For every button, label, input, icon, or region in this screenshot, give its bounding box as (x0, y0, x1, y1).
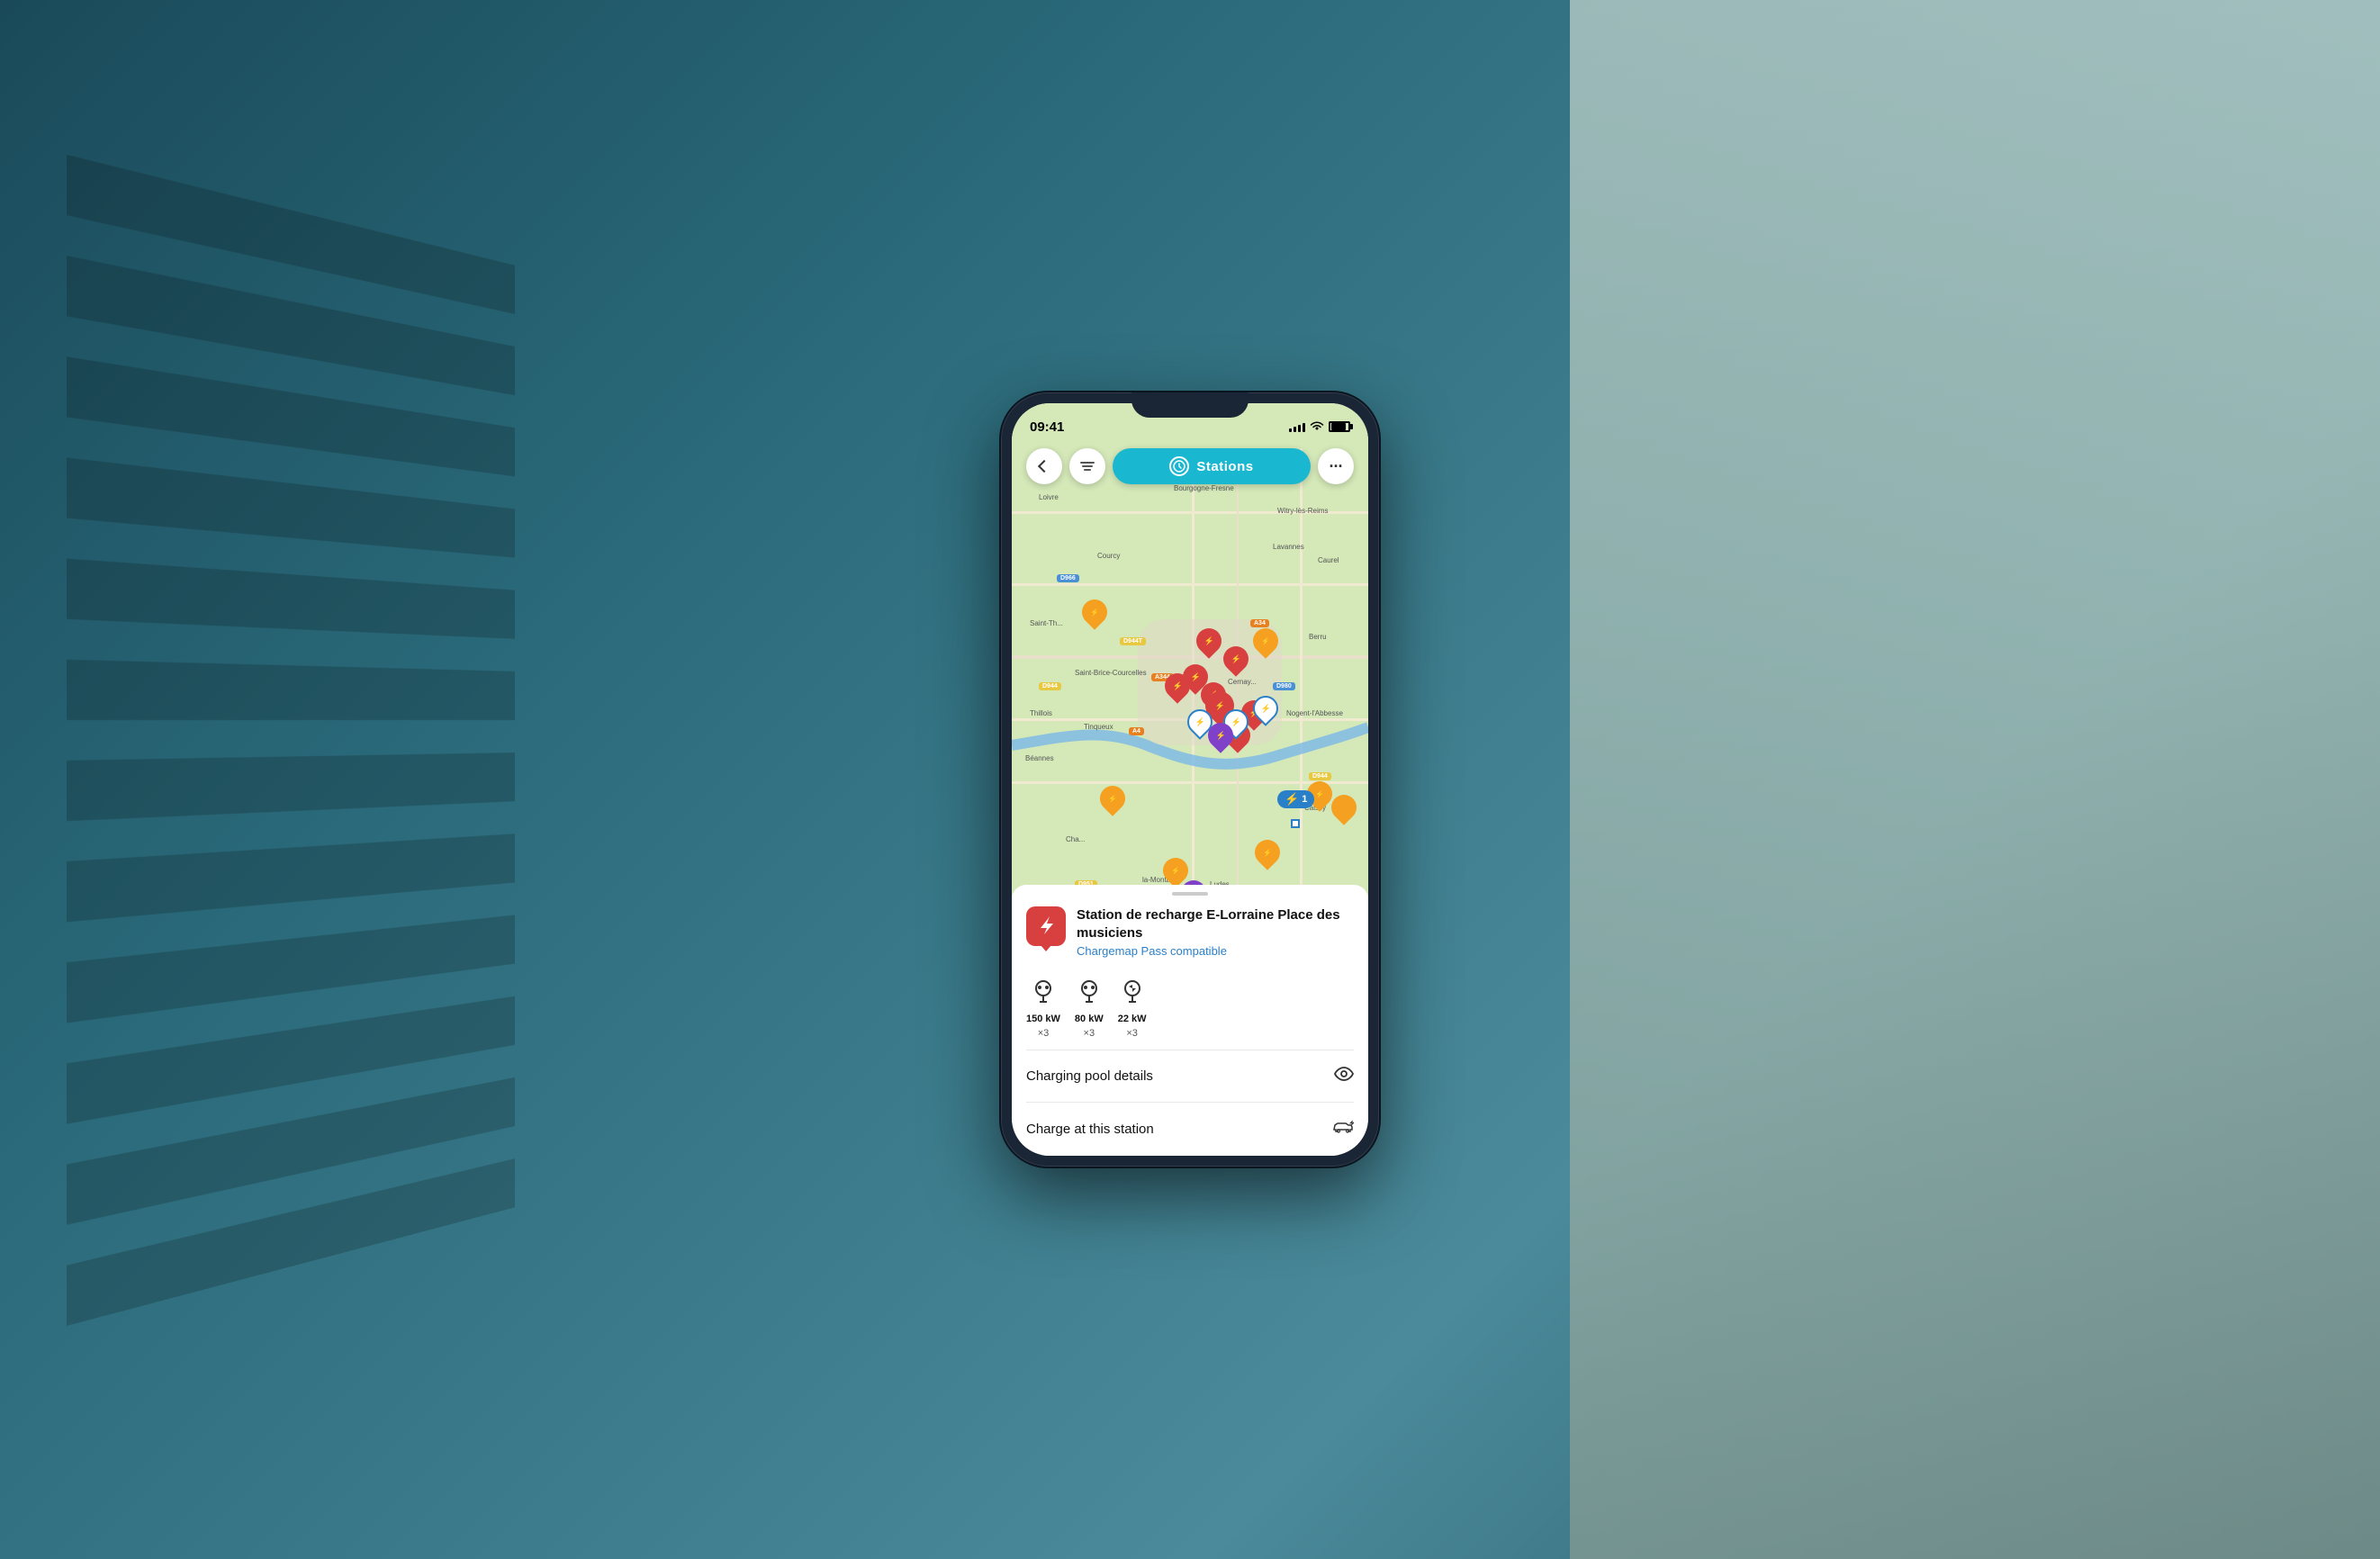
label-witry: Witry-lès-Reims (1277, 507, 1328, 515)
label-bourgogne: Bourgogne-Fresne (1174, 484, 1234, 492)
station-details: Station de recharge E-Lorraine Place des… (1077, 906, 1354, 958)
marker-orange-3[interactable]: ⚡ (1100, 786, 1125, 811)
map-area: D966 D944 D944T A344 A4 A34 D980 D944 D9… (1012, 403, 1368, 934)
charger-power-3: 22 kW (1118, 1014, 1147, 1024)
battery-icon (1329, 421, 1350, 432)
label-lavannes: Lavannes (1273, 543, 1304, 551)
charger-count-1: ×3 (1038, 1028, 1050, 1039)
road-d980: D980 (1273, 682, 1295, 690)
badge-lightning-icon: ⚡ (1285, 792, 1299, 807)
battery-fill (1331, 423, 1346, 430)
marker-orange-2[interactable]: ⚡ (1253, 628, 1278, 653)
charging-icon (1036, 916, 1056, 936)
chevron-left-icon (1038, 460, 1050, 473)
charger-power-1: 150 kW (1026, 1014, 1060, 1024)
wifi-icon (1310, 420, 1324, 434)
stations-button[interactable]: Stations (1113, 448, 1311, 484)
road-h2 (1012, 583, 1368, 586)
route-dot (1291, 819, 1300, 828)
charging-pool-label: Charging pool details (1026, 1068, 1153, 1084)
marker-orange-7[interactable] (1331, 795, 1357, 820)
charger-count-2: ×3 (1084, 1028, 1095, 1039)
charger-icon-1 (1031, 979, 1056, 1010)
label-saintth: Saint-Th... (1030, 619, 1063, 627)
label-tinqueux: Tinqueux (1084, 723, 1113, 731)
status-time: 09:41 (1030, 419, 1064, 435)
signal-bar-4 (1303, 423, 1305, 432)
bg-right (1570, 0, 2380, 1559)
filter-icon (1080, 462, 1095, 471)
map-nav: Stations ··· (1026, 448, 1354, 484)
phone-wrapper: 09:41 (1001, 392, 1379, 1167)
road-d944: D944 (1039, 682, 1061, 690)
road-d944-r: D944 (1309, 772, 1331, 780)
charge-station-label: Charge at this station (1026, 1122, 1154, 1137)
signal-bars-icon (1289, 421, 1305, 432)
label-beannes: Béannes (1025, 754, 1054, 762)
back-button[interactable] (1026, 448, 1062, 484)
label-nogent: Nogent-l'Abbesse (1286, 709, 1343, 717)
marker-orange-1[interactable]: ⚡ (1082, 599, 1107, 625)
charger-icon-3 (1120, 979, 1145, 1010)
marker-badge-1[interactable]: ⚡ 1 (1277, 790, 1314, 808)
charger-spec-1: 150 kW ×3 (1026, 979, 1060, 1039)
charger-spec-3: 22 kW ×3 (1118, 979, 1147, 1039)
road-a4: A4 (1129, 727, 1144, 735)
marker-purple-1[interactable]: ⚡ (1208, 723, 1233, 748)
label-cernay: Cernay... (1228, 678, 1257, 686)
marker-orange-4[interactable]: ⚡ (1163, 858, 1188, 883)
marker-orange-5[interactable]: ⚡ (1255, 840, 1280, 865)
marker-red-1[interactable]: ⚡ (1196, 628, 1222, 653)
eye-icon (1334, 1067, 1354, 1086)
filter-line-1 (1080, 462, 1095, 464)
label-courcy: Courcy (1097, 552, 1120, 560)
label-sbcourcelles: Saint-Brice-Courcelles (1075, 669, 1147, 677)
charger-specs: 150 kW ×3 80 (1012, 972, 1368, 1050)
more-dots: ··· (1330, 457, 1343, 476)
charger-spec-2: 80 kW ×3 (1075, 979, 1104, 1039)
bottom-sheet: Station de recharge E-Lorraine Place des… (1012, 885, 1368, 1156)
label-cha: Cha... (1066, 835, 1085, 843)
more-button[interactable]: ··· (1318, 448, 1354, 484)
station-pass: Chargemap Pass compatible (1077, 944, 1354, 958)
badge-count: 1 (1302, 794, 1307, 805)
notch (1131, 392, 1249, 418)
station-icon-wrap (1026, 906, 1066, 946)
marker-blue-3[interactable]: ⚡ (1253, 696, 1278, 721)
road-d944t: D944T (1120, 637, 1146, 645)
charge-station-row[interactable]: Charge at this station (1012, 1103, 1368, 1156)
filter-line-2 (1082, 465, 1093, 467)
phone-screen: 09:41 (1012, 403, 1368, 1156)
car-charging-icon (1332, 1119, 1354, 1140)
bg-bars (67, 114, 515, 1326)
stations-label: Stations (1196, 459, 1253, 474)
charging-pool-row[interactable]: Charging pool details (1012, 1050, 1368, 1102)
label-thillois: Thillois (1030, 709, 1052, 717)
signal-bar-2 (1294, 427, 1296, 432)
stations-icon (1169, 456, 1189, 476)
label-berru: Berru (1309, 633, 1327, 641)
road-d966: D966 (1057, 574, 1079, 582)
charger-icon-2 (1077, 979, 1102, 1010)
signal-bar-1 (1289, 428, 1292, 432)
label-loivre: Loivre (1039, 493, 1059, 501)
filter-button[interactable] (1069, 448, 1105, 484)
charger-count-3: ×3 (1126, 1028, 1138, 1039)
charger-power-2: 80 kW (1075, 1014, 1104, 1024)
status-icons (1289, 420, 1350, 434)
phone: 09:41 (1001, 392, 1379, 1167)
label-caurel: Caurel (1318, 556, 1339, 564)
filter-line-3 (1084, 469, 1091, 471)
station-info: Station de recharge E-Lorraine Place des… (1012, 896, 1368, 972)
signal-bar-3 (1298, 425, 1301, 432)
road-a34: A34 (1250, 619, 1269, 627)
marker-red-2[interactable]: ⚡ (1223, 646, 1249, 671)
station-name: Station de recharge E-Lorraine Place des… (1077, 906, 1354, 942)
marker-red-4[interactable]: ⚡ (1165, 673, 1190, 698)
